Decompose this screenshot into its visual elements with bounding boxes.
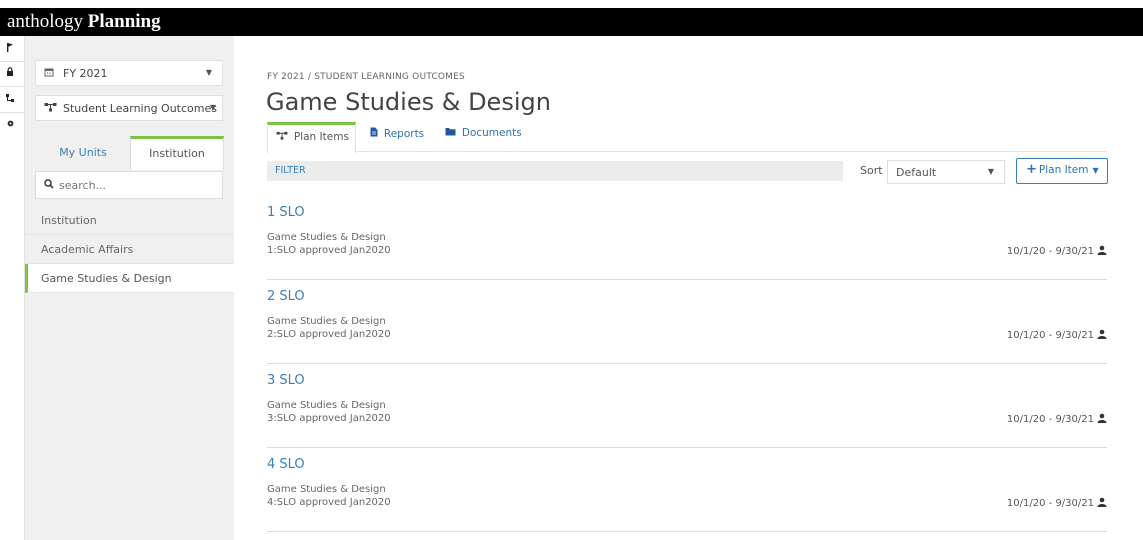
plan-item-description: 1:SLO approved Jan2020	[267, 245, 391, 256]
page-title: Game Studies & Design	[266, 88, 551, 116]
plan-item-row: 4 SLO Game Studies & Design 4:SLO approv…	[267, 448, 1107, 532]
plan-item-row: 3 SLO Game Studies & Design 3:SLO approv…	[267, 364, 1107, 448]
folder-icon	[445, 128, 459, 139]
plan-item-description: 4:SLO approved Jan2020	[267, 497, 391, 508]
plan-item-unit: Game Studies & Design	[267, 484, 386, 495]
hierarchy-icon	[276, 131, 291, 143]
tab-institution[interactable]: Institution	[130, 136, 224, 170]
fiscal-year-value: FY 2021	[63, 67, 108, 80]
sort-value: Default	[896, 166, 937, 179]
tab-documents[interactable]: Documents	[437, 122, 531, 152]
plus-icon: +	[1026, 162, 1037, 177]
rail-divider	[0, 112, 24, 113]
plan-item-description: 2:SLO approved Jan2020	[267, 329, 391, 340]
gear-icon[interactable]	[5, 119, 15, 131]
plan-item-row: 2 SLO Game Studies & Design 2:SLO approv…	[267, 280, 1107, 364]
user-icon[interactable]	[1097, 413, 1107, 426]
tab-reports-label: Reports	[383, 128, 425, 140]
search-placeholder: search...	[59, 179, 107, 192]
add-plan-item-button[interactable]: + Plan Item ▼	[1016, 158, 1108, 184]
plan-item-unit: Game Studies & Design	[267, 232, 386, 243]
hierarchy-icon[interactable]	[5, 93, 15, 105]
tab-reports[interactable]: Reports	[362, 122, 433, 152]
chevron-down-icon: ▼	[987, 167, 994, 176]
rail-divider	[0, 86, 24, 87]
user-icon[interactable]	[1097, 245, 1107, 258]
plan-item-dates: 10/1/20 - 9/30/21	[1007, 329, 1107, 342]
tab-documents-label: Documents	[461, 127, 522, 139]
plan-item-dates: 10/1/20 - 9/30/21	[1007, 497, 1107, 510]
chevron-down-icon: ▼	[209, 103, 216, 112]
content-tabs: Plan Items Reports Documents	[267, 122, 1107, 153]
calendar-icon	[44, 67, 58, 80]
user-icon[interactable]	[1097, 329, 1107, 342]
plan-item-row: 1 SLO Game Studies & Design 1:SLO approv…	[267, 196, 1107, 280]
hierarchy-icon	[44, 102, 58, 115]
filter-bar[interactable]: FILTER	[267, 161, 843, 181]
sort-select[interactable]: Default ▼	[887, 160, 1005, 184]
brand-name: anthology	[7, 11, 83, 32]
filter-label: FILTER	[275, 165, 306, 176]
plan-type-value: Student Learning Outcomes	[63, 102, 217, 115]
plan-item-name[interactable]: 3 SLO	[267, 373, 305, 388]
brand-product: Planning	[87, 11, 161, 32]
plan-item-dates: 10/1/20 - 9/30/21	[1007, 413, 1107, 426]
plan-item-date-range: 10/1/20 - 9/30/21	[1006, 246, 1094, 257]
chevron-down-icon: ▼	[205, 68, 212, 77]
unit-search-input[interactable]: search...	[35, 171, 223, 199]
plan-item-name[interactable]: 1 SLO	[267, 205, 305, 220]
icon-rail	[0, 36, 24, 540]
tree-item-institution[interactable]: Institution	[26, 206, 235, 235]
chevron-down-icon: ▼	[1092, 166, 1099, 175]
rail-divider	[0, 61, 24, 62]
plan-item-unit: Game Studies & Design	[267, 400, 386, 411]
top-bar: anthology Planning	[0, 8, 1143, 36]
plan-item-dates: 10/1/20 - 9/30/21	[1007, 245, 1107, 258]
add-plan-item-label: Plan Item	[1038, 164, 1089, 176]
flag-icon[interactable]	[5, 42, 15, 54]
plan-item-name[interactable]: 4 SLO	[267, 457, 305, 472]
user-icon[interactable]	[1097, 497, 1107, 510]
lock-icon[interactable]	[5, 67, 15, 79]
sort-label: Sort	[860, 164, 883, 177]
search-icon	[44, 179, 54, 192]
plan-item-name[interactable]: 2 SLO	[267, 289, 305, 304]
tab-my-units[interactable]: My Units	[35, 136, 131, 170]
plan-item-unit: Game Studies & Design	[267, 316, 386, 327]
file-icon	[370, 127, 381, 140]
tree-item-game-studies[interactable]: Game Studies & Design	[25, 264, 236, 293]
tab-plan-items-label: Plan Items	[293, 131, 349, 143]
fiscal-year-select[interactable]: FY 2021 ▼	[35, 60, 223, 86]
main-content: FY 2021 / STUDENT LEARNING OUTCOMES Game…	[234, 36, 1143, 540]
plan-item-date-range: 10/1/20 - 9/30/21	[1006, 498, 1094, 509]
tree-item-academic-affairs[interactable]: Academic Affairs	[26, 235, 235, 264]
plan-item-date-range: 10/1/20 - 9/30/21	[1006, 414, 1094, 425]
sidebar: FY 2021 ▼ Student Learning Outcomes ▼ My…	[24, 36, 236, 540]
plan-item-description: 3:SLO approved Jan2020	[267, 413, 391, 424]
plan-item-date-range: 10/1/20 - 9/30/21	[1006, 330, 1094, 341]
tab-plan-items[interactable]: Plan Items	[267, 122, 356, 153]
breadcrumb: FY 2021 / STUDENT LEARNING OUTCOMES	[267, 72, 465, 82]
plan-type-select[interactable]: Student Learning Outcomes ▼	[35, 95, 223, 121]
brand-logo[interactable]: anthology Planning	[7, 11, 161, 33]
